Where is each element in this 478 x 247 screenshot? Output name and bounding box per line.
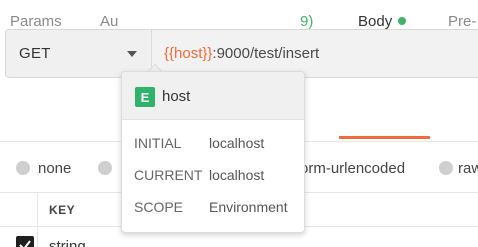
current-label: CURRENT [134, 167, 203, 183]
radio-none[interactable] [16, 161, 30, 175]
radio-form-data[interactable] [98, 161, 112, 175]
initial-label: INITIAL [134, 135, 182, 151]
radio-raw-label: raw [458, 160, 478, 177]
column-divider [37, 193, 38, 247]
method-label: GET [19, 45, 51, 62]
method-select[interactable]: GET [6, 30, 152, 77]
url-variable[interactable]: {{host}} [164, 45, 212, 62]
radio-urlencoded-label[interactable]: orm-urlencoded [300, 160, 405, 177]
url-path: :9000/test/insert [212, 45, 320, 62]
variable-popover: E host INITIAL localhost CURRENT localho… [121, 71, 305, 233]
initial-value: localhost [209, 135, 265, 151]
scope-value: Environment [209, 199, 288, 215]
tab-authorization[interactable]: Au [100, 13, 118, 30]
tab-params[interactable]: Params [10, 13, 62, 30]
current-value: localhost [209, 167, 265, 183]
url-input[interactable]: {{host}}:9000/test/insert [152, 30, 478, 77]
radio-none-label: none [38, 160, 72, 177]
variable-name: host [162, 88, 191, 105]
request-builder: GET {{host}}:9000/test/insert Params Au … [0, 0, 478, 247]
tab-headers-count[interactable]: 9) [300, 13, 313, 30]
row-checkbox[interactable] [16, 236, 34, 247]
scope-label: SCOPE [134, 199, 184, 215]
key-column-header: KEY [49, 203, 76, 217]
environment-badge-icon: E [135, 87, 155, 107]
active-tab-indicator [339, 136, 430, 139]
tab-body-label: Body [358, 13, 393, 30]
top-strip [0, 0, 478, 20]
tab-pre-request-script[interactable]: Pre- [448, 13, 476, 30]
radio-raw[interactable] [439, 161, 453, 175]
chevron-down-icon [127, 50, 137, 57]
tab-body[interactable]: Body [358, 13, 407, 30]
row-key[interactable]: string [49, 238, 86, 247]
checkmark-icon [19, 240, 31, 247]
popover-header: E host [122, 72, 304, 120]
active-dot-icon [398, 17, 407, 25]
